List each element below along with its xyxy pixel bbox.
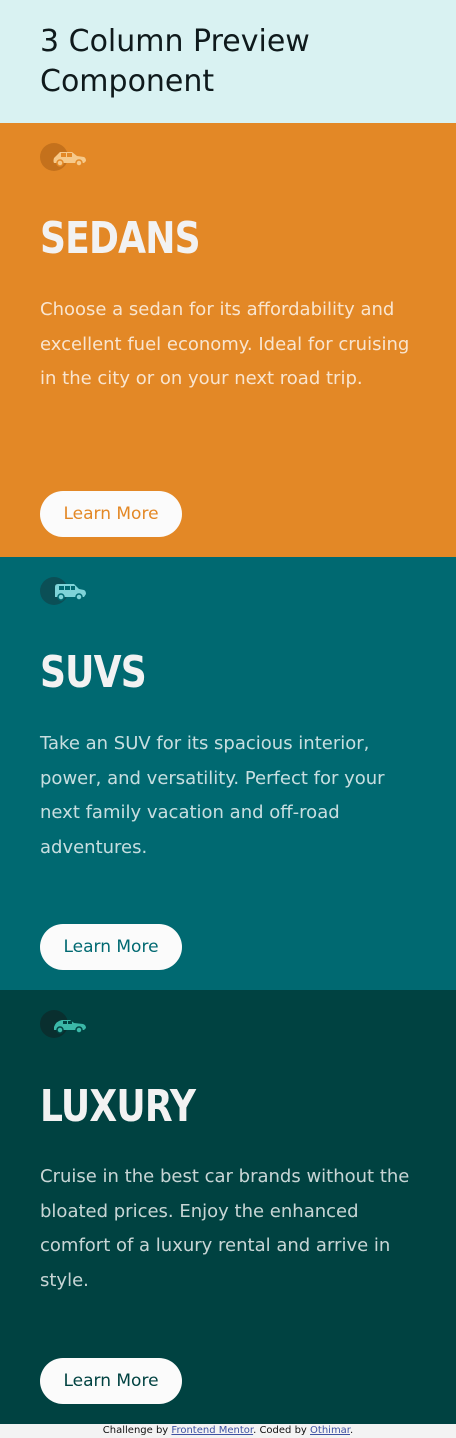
attribution-middle: . Coded by <box>253 1425 307 1436</box>
card-sedans: SEDANS Choose a sedan for its affordabil… <box>0 123 456 557</box>
card-description: Choose a sedan for its affordability and… <box>40 299 410 389</box>
card-title: SUVS <box>40 647 147 698</box>
card-suvs: SUVS Take an SUV for its spacious interi… <box>0 557 456 990</box>
card-luxury: LUXURY Cruise in the best car brands wit… <box>0 990 456 1424</box>
sedan-car-icon <box>40 143 86 171</box>
attribution: Challenge by Frontend Mentor. Coded by O… <box>0 1424 456 1438</box>
card-title: SEDANS <box>40 213 201 264</box>
luxury-car-icon <box>40 1010 86 1038</box>
attribution-prefix: Challenge by <box>102 1425 169 1436</box>
attribution-suffix: . <box>350 1425 354 1436</box>
suv-car-icon <box>40 577 86 605</box>
learn-more-button[interactable]: Learn More <box>40 924 182 970</box>
card-title: LUXURY <box>40 1081 196 1132</box>
page-title: 3 Column Preview Component <box>40 24 310 99</box>
page-header: 3 Column Preview Component <box>0 0 456 123</box>
card-description: Cruise in the best car brands without th… <box>40 1166 410 1291</box>
author-link[interactable]: Othimar <box>310 1425 350 1436</box>
card-description: Take an SUV for its spacious interior, p… <box>40 733 385 858</box>
learn-more-button[interactable]: Learn More <box>40 1358 182 1404</box>
frontend-mentor-link[interactable]: Frontend Mentor <box>171 1425 253 1436</box>
learn-more-button[interactable]: Learn More <box>40 491 182 537</box>
